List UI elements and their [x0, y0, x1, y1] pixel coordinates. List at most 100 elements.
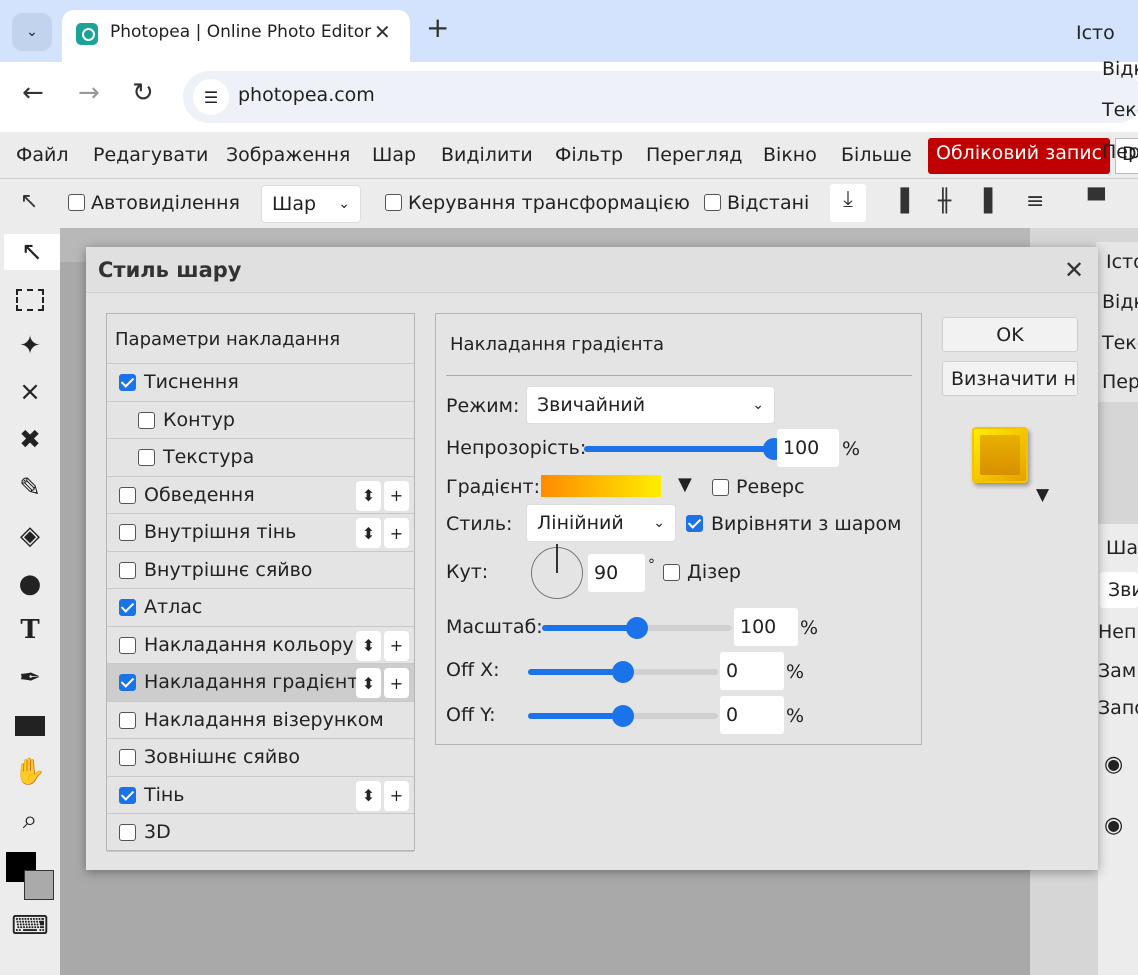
style-item[interactable]: Накладання кольору ⬍ +	[107, 627, 414, 664]
style-item[interactable]: Накладання візерунком	[107, 702, 414, 739]
account-button[interactable]: Обліковий запис	[928, 138, 1111, 174]
menu-file[interactable]: Файл	[16, 144, 69, 166]
eye-icon[interactable]: ◉	[1104, 752, 1123, 777]
style-checkbox[interactable]	[119, 824, 136, 841]
dither-checkbox[interactable]	[663, 564, 680, 581]
style-checkbox[interactable]	[119, 599, 136, 616]
style-checkbox[interactable]	[119, 374, 136, 391]
browser-tab-photopea[interactable]: Photopea | Online Photo Editor ✕	[62, 10, 410, 62]
menu-view[interactable]: Перегляд	[646, 144, 742, 166]
style-item[interactable]: Тінь ⬍ +	[107, 777, 414, 814]
marquee-tool-icon[interactable]	[12, 282, 48, 318]
menu-layer[interactable]: Шар	[372, 144, 416, 166]
offset-y-slider-thumb[interactable]	[612, 705, 634, 727]
distances-option[interactable]: Відстані	[704, 192, 809, 214]
panel-text-label[interactable]: Текс	[1102, 332, 1138, 354]
style-item[interactable]: Атлас	[107, 589, 414, 627]
auto-select-checkbox[interactable]	[68, 193, 85, 211]
site-settings-icon[interactable]: ☰	[193, 79, 229, 115]
style-checkbox[interactable]	[119, 674, 136, 691]
add-style-instance-icon[interactable]: +	[384, 668, 409, 698]
background-color-swatch[interactable]	[24, 870, 54, 900]
style-item[interactable]: Тиснення	[107, 364, 414, 402]
address-bar[interactable]: ☰ photopea.com	[183, 71, 1138, 123]
move-tool-icon[interactable]: ↖	[4, 234, 60, 270]
forward-arrow-icon[interactable]: →	[78, 80, 100, 106]
style-checkbox[interactable]	[119, 749, 136, 766]
align-left-icon[interactable]: ▐	[892, 189, 909, 214]
back-arrow-icon[interactable]: ←	[22, 80, 44, 106]
style-checkbox[interactable]	[119, 561, 136, 579]
style-checkbox[interactable]	[119, 524, 136, 541]
close-icon[interactable]: ✕	[374, 20, 391, 44]
blending-options-item[interactable]: Параметри накладання	[107, 314, 414, 364]
scale-slider-thumb[interactable]	[626, 617, 648, 639]
style-checkbox[interactable]	[119, 711, 136, 729]
style-checkbox[interactable]	[119, 786, 136, 804]
tab-search-button[interactable]: ⌄	[12, 13, 52, 51]
eye-icon[interactable]: ◉	[1104, 813, 1123, 838]
distribute-icon[interactable]: ≡	[1026, 189, 1044, 214]
magic-wand-icon[interactable]: ✦	[12, 328, 48, 364]
style-item[interactable]: 3D	[107, 814, 414, 852]
triangle-down-icon[interactable]: ▼	[678, 474, 692, 495]
paint-bucket-icon[interactable]: ◈	[12, 518, 48, 554]
opacity-input[interactable]: 100	[777, 429, 839, 467]
menu-edit[interactable]: Редагувати	[93, 144, 208, 166]
style-checkbox[interactable]	[138, 411, 155, 429]
align-right-icon[interactable]: ▌	[984, 189, 1001, 214]
panel-adjustments-label[interactable]: Відк	[1102, 291, 1138, 313]
reorder-arrows-icon[interactable]: ⬍	[356, 668, 381, 698]
layer-select-dropdown[interactable]: Шар ⌄	[261, 185, 361, 223]
distances-checkbox[interactable]	[704, 193, 721, 211]
offset-x-slider-thumb[interactable]	[612, 661, 634, 683]
style-item[interactable]: Обведення ⬍ +	[107, 477, 414, 514]
pen-tool-icon[interactable]: ✒	[12, 660, 48, 696]
zoom-tool-icon[interactable]: ⌕	[12, 802, 48, 838]
panel-adjustments[interactable]: Відк	[1102, 58, 1138, 80]
offset-x-input[interactable]: 0	[720, 652, 784, 690]
panel-text[interactable]: Текс	[1102, 99, 1138, 121]
scale-input[interactable]: 100	[734, 608, 798, 646]
menu-select[interactable]: Виділити	[441, 144, 533, 166]
reorder-arrows-icon[interactable]: ⬍	[356, 518, 381, 548]
menu-window[interactable]: Вікно	[763, 144, 817, 166]
gradient-style-dropdown[interactable]: Лінійний ⌄	[526, 504, 676, 542]
style-item[interactable]: Внутрішня тінь ⬍ +	[107, 514, 414, 552]
align-center-icon[interactable]: ╫	[938, 189, 951, 214]
align-with-layer-checkbox[interactable]	[686, 515, 703, 532]
keyboard-icon[interactable]: ⌨	[11, 908, 49, 944]
layers-tab-label[interactable]: Шa	[1106, 537, 1138, 559]
style-item[interactable]: Текстура	[107, 439, 414, 477]
crop-tool-icon[interactable]: ⨯	[12, 374, 48, 410]
menu-more[interactable]: Більше	[841, 144, 912, 166]
download-icon[interactable]: ⤓	[830, 184, 866, 222]
angle-input[interactable]: 90	[588, 554, 645, 592]
define-new-style-button[interactable]: Визначити но	[942, 361, 1078, 396]
panel-history-label[interactable]: Істо	[1106, 251, 1138, 273]
ok-button[interactable]: OK	[942, 317, 1078, 352]
gradient-preview[interactable]	[541, 475, 661, 497]
reorder-arrows-icon[interactable]: ⬍	[356, 630, 381, 661]
style-checkbox[interactable]	[138, 449, 155, 466]
style-item[interactable]: Внутрішнє сяйво	[107, 552, 414, 589]
style-checkbox[interactable]	[119, 636, 136, 654]
reorder-arrows-icon[interactable]: ⬍	[356, 780, 381, 811]
style-item[interactable]: Накладання градієнта ⬍ +	[107, 664, 414, 702]
auto-select-option[interactable]: Автовиділення	[68, 192, 240, 214]
hand-tool-icon[interactable]: ✋	[12, 754, 48, 790]
transform-controls-option[interactable]: Керування трансформацією	[385, 192, 690, 214]
reverse-checkbox[interactable]	[712, 479, 729, 496]
panel-paragraph[interactable]: Пер	[1102, 141, 1138, 163]
add-style-instance-icon[interactable]: +	[384, 630, 409, 661]
blur-drop-icon[interactable]: ●	[12, 566, 48, 602]
angle-dial[interactable]	[531, 544, 583, 599]
reload-icon[interactable]: ↻	[132, 80, 154, 106]
panel-history[interactable]: Істо	[1076, 22, 1115, 44]
type-tool-icon[interactable]: T	[12, 612, 48, 648]
reorder-arrows-icon[interactable]: ⬍	[356, 480, 381, 511]
add-style-instance-icon[interactable]: +	[384, 780, 409, 811]
dialog-header[interactable]: Стиль шару ✕	[86, 247, 1098, 293]
style-item[interactable]: Контур	[107, 402, 414, 439]
triangle-down-icon[interactable]: ▼	[1036, 485, 1049, 505]
